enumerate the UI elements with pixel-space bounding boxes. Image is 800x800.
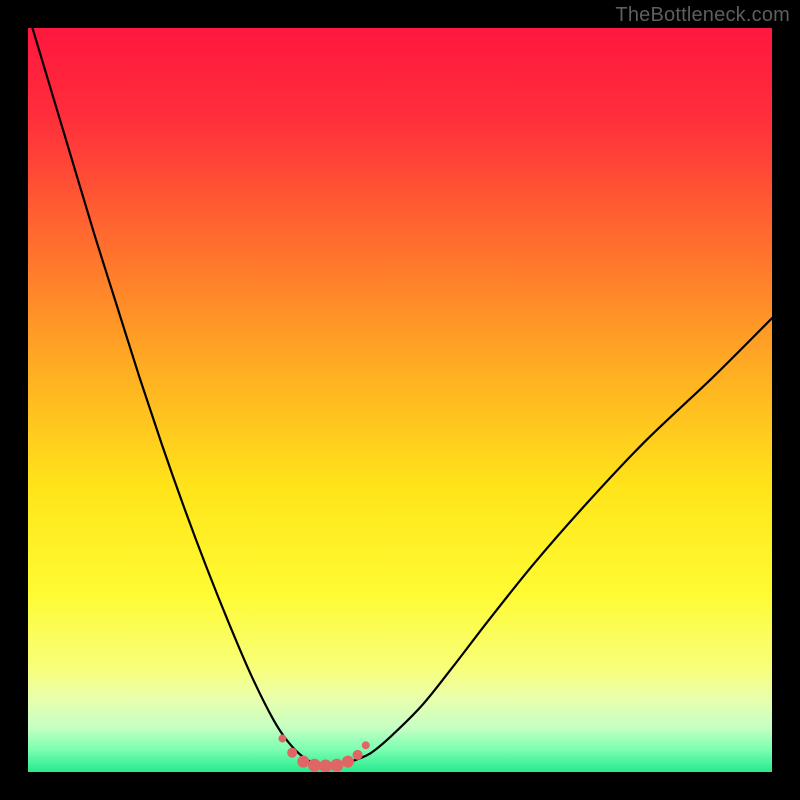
- marker-dot: [342, 756, 354, 768]
- marker-dot: [353, 750, 363, 760]
- plot-area: [28, 28, 772, 772]
- marker-dot: [287, 748, 297, 758]
- chart-frame: TheBottleneck.com: [0, 0, 800, 800]
- chart-svg: [28, 28, 772, 772]
- marker-dot: [330, 759, 343, 772]
- marker-dot: [297, 756, 309, 768]
- highlighted-markers: [278, 735, 369, 772]
- marker-dot: [278, 735, 286, 743]
- bottleneck-curve: [28, 28, 772, 765]
- watermark-text: TheBottleneck.com: [615, 4, 790, 27]
- marker-dot: [362, 741, 370, 749]
- marker-dot: [308, 759, 321, 772]
- marker-dot: [319, 760, 332, 772]
